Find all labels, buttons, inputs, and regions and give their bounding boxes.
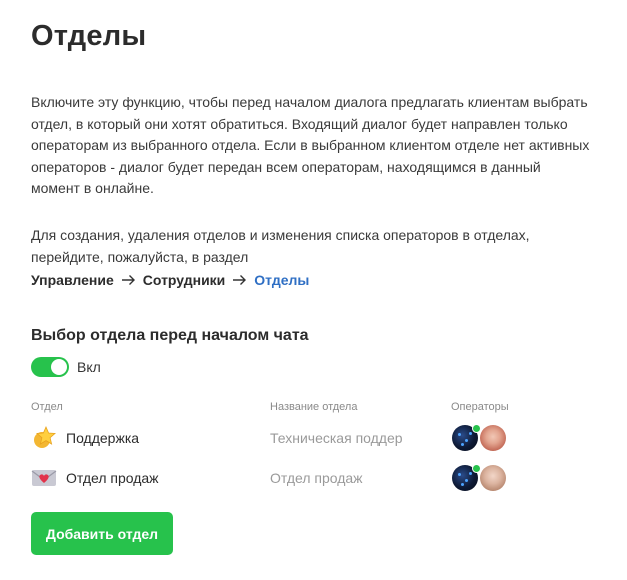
- department-selection-title: Выбор отдела перед началом чата: [31, 327, 309, 344]
- department-selection-toggle[interactable]: [31, 357, 69, 377]
- breadcrumb-item-management[interactable]: Управление: [31, 272, 114, 288]
- operator-avatar[interactable]: [480, 425, 506, 451]
- column-header-department: Отдел: [31, 401, 63, 413]
- department-name: Поддержка: [66, 430, 140, 446]
- add-department-button[interactable]: Добавить отдел: [31, 512, 173, 555]
- feature-description: Включите эту функцию, чтобы перед начало…: [31, 94, 590, 196]
- department-title: Отдел продаж: [270, 470, 363, 486]
- toggle-label: Вкл: [77, 359, 101, 375]
- star-badge-icon: [34, 425, 56, 448]
- breadcrumb: Управление Сотрудники Отделы: [31, 272, 309, 288]
- page-title: Отделы: [31, 20, 147, 52]
- breadcrumb-item-departments[interactable]: Отделы: [254, 272, 309, 288]
- department-name: Отдел продаж: [66, 470, 159, 486]
- toggle-knob: [51, 359, 67, 375]
- column-header-operators: Операторы: [451, 401, 509, 413]
- operator-avatar[interactable]: [480, 465, 506, 491]
- arrow-right-icon: [233, 275, 247, 285]
- online-status-dot: [472, 424, 481, 433]
- operators-list: [452, 464, 506, 491]
- envelope-heart-icon: [31, 470, 57, 486]
- department-selection-toggle-row: Вкл: [31, 357, 101, 377]
- operators-list: [452, 424, 506, 451]
- online-status-dot: [472, 464, 481, 473]
- management-note: Для создания, удаления отделов и изменен…: [31, 227, 530, 265]
- department-title: Техническая поддер: [270, 430, 403, 446]
- column-header-department-title: Название отдела: [270, 401, 358, 413]
- breadcrumb-item-employees[interactable]: Сотрудники: [143, 272, 226, 288]
- table-row[interactable]: Поддержка Техническая поддер: [31, 421, 611, 455]
- operator-avatar[interactable]: [452, 424, 481, 451]
- arrow-right-icon: [121, 275, 135, 285]
- operator-avatar[interactable]: [452, 464, 481, 491]
- table-row[interactable]: Отдел продаж Отдел продаж: [31, 461, 611, 495]
